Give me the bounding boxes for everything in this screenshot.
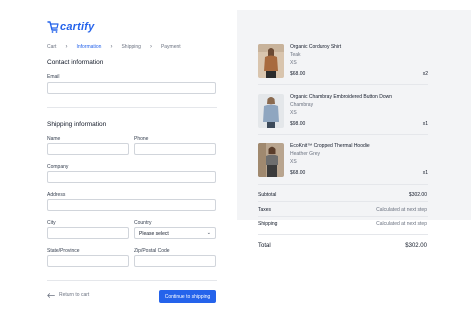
section-divider xyxy=(47,107,217,108)
total-row: Total $302.00 xyxy=(258,243,427,249)
state-label: State/Province xyxy=(47,248,80,254)
product-image xyxy=(258,94,284,128)
product-image xyxy=(258,44,284,78)
shipping-row: Shipping Calculated at next step xyxy=(258,221,427,227)
arrow-left-icon xyxy=(47,292,55,298)
return-to-cart-label: Return to cart xyxy=(59,292,90,298)
breadcrumb-information[interactable]: Information xyxy=(76,44,101,50)
section-divider xyxy=(47,280,217,281)
country-label: Country xyxy=(134,220,152,226)
cart-item: Organic Corduroy Shirt Teak XS $68.00 x2 xyxy=(258,44,428,84)
address-field[interactable] xyxy=(47,199,216,211)
item-price: $68.00 xyxy=(290,71,306,77)
item-size: XS xyxy=(290,60,297,66)
item-quantity: x1 xyxy=(422,170,428,176)
product-image xyxy=(258,143,284,177)
taxes-value: Calculated at next step xyxy=(376,207,427,213)
cart-logo-icon xyxy=(47,21,59,33)
breadcrumb-shipping[interactable]: Shipping xyxy=(121,44,140,50)
name-field[interactable] xyxy=(47,143,129,155)
subtotal-row: Subtotal $302.00 xyxy=(258,192,427,198)
subtotal-label: Subtotal xyxy=(258,192,277,198)
taxes-row: Taxes Calculated at next step xyxy=(258,207,427,213)
item-price: $98.00 xyxy=(290,121,306,127)
breadcrumb: Cart › Information › Shipping › Payment xyxy=(47,44,181,50)
city-field[interactable] xyxy=(47,227,129,239)
contact-section-title: Contact information xyxy=(47,59,104,66)
company-label: Company xyxy=(47,164,69,170)
zip-label: Zip/Postal Code xyxy=(134,248,170,254)
breadcrumb-payment[interactable]: Payment xyxy=(161,44,181,50)
item-color: Chambray xyxy=(290,102,314,108)
item-quantity: x2 xyxy=(422,71,428,77)
item-divider xyxy=(258,84,428,85)
item-name: Organic Corduroy Shirt xyxy=(290,44,342,50)
city-label: City xyxy=(47,220,56,226)
total-value: $302.00 xyxy=(405,243,427,249)
subtotal-value: $302.00 xyxy=(408,192,427,198)
item-size: XS xyxy=(290,159,297,165)
checkout-form-panel: cartify Cart › Information › Shipping › … xyxy=(0,0,237,334)
breadcrumb-cart[interactable]: Cart xyxy=(47,44,56,50)
item-name: EcoKnit™ Cropped Thermal Hoodie xyxy=(290,143,370,149)
company-field[interactable] xyxy=(47,171,216,183)
summary-divider xyxy=(258,216,428,217)
country-select-value: Please select xyxy=(139,231,169,237)
phone-field[interactable] xyxy=(134,143,216,155)
taxes-label: Taxes xyxy=(258,207,272,213)
email-field[interactable] xyxy=(47,82,216,94)
item-price: $68.00 xyxy=(290,170,306,176)
chevron-right-icon: › xyxy=(149,44,152,50)
email-label: Email xyxy=(47,74,60,80)
phone-label: Phone xyxy=(134,136,149,142)
state-field[interactable] xyxy=(47,255,129,267)
cart-item: Organic Chambray Embroidered Button Down… xyxy=(258,94,428,134)
chevron-right-icon: › xyxy=(110,44,113,50)
country-select[interactable]: Please select ⌄ xyxy=(134,227,216,239)
shipping-value: Calculated at next step xyxy=(376,221,427,227)
item-name: Organic Chambray Embroidered Button Down xyxy=(290,94,392,100)
continue-to-shipping-button[interactable]: Continue to shipping xyxy=(159,290,216,303)
total-label: Total xyxy=(258,243,271,249)
item-color: Teak xyxy=(290,52,301,58)
cart-item: EcoKnit™ Cropped Thermal Hoodie Heather … xyxy=(258,143,428,183)
chevron-down-icon: ⌄ xyxy=(206,230,211,236)
name-label: Name xyxy=(47,136,61,142)
return-to-cart-link[interactable]: Return to cart xyxy=(47,292,89,298)
item-color: Heather Grey xyxy=(290,151,321,157)
summary-divider xyxy=(258,201,428,202)
item-divider xyxy=(258,184,428,185)
brand-name: cartify xyxy=(60,20,95,33)
zip-field[interactable] xyxy=(134,255,216,267)
shipping-label: Shipping xyxy=(258,221,278,227)
summary-divider xyxy=(258,234,428,235)
brand-logo[interactable]: cartify xyxy=(47,20,94,33)
item-quantity: x1 xyxy=(422,121,428,127)
chevron-right-icon: › xyxy=(65,44,68,50)
item-size: XS xyxy=(290,110,297,116)
shipping-section-title: Shipping information xyxy=(47,121,107,128)
item-divider xyxy=(258,134,428,135)
address-label: Address xyxy=(47,192,66,198)
